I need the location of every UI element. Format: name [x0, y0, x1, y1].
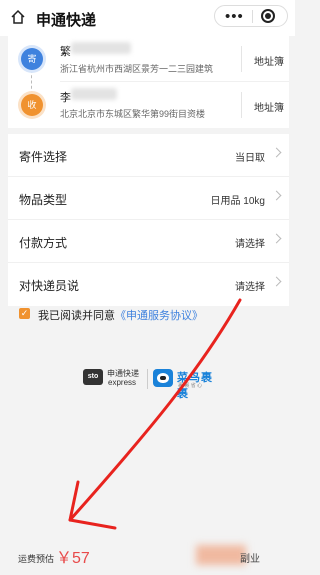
option-label: 付款方式	[19, 236, 68, 250]
option-payment[interactable]: 付款方式 请选择	[8, 220, 289, 263]
logo-divider	[147, 369, 148, 389]
option-value: 请选择	[235, 239, 265, 250]
submit-button-redacted[interactable]	[196, 545, 246, 565]
service-agreement-link[interactable]: 《申通服务协议》	[115, 310, 203, 322]
receiver-name-redaction	[71, 88, 117, 100]
sender-name-redaction	[71, 42, 131, 54]
option-pickup[interactable]: 寄件选择 当日取	[8, 134, 289, 177]
home-icon[interactable]	[10, 9, 26, 25]
agreement-row: ✓ 我已阅读并同意《申通服务协议》	[8, 300, 289, 328]
page-title: 申通快递	[36, 12, 97, 29]
receiver-address: 北京北京市东城区繁华第99街目资楼	[60, 109, 206, 119]
agreement-text: 我已阅读并同意《申通服务协议》	[38, 307, 203, 323]
option-item-type[interactable]: 物品类型 日用品 10kg	[8, 177, 289, 220]
receiver-address-book-link[interactable]: 地址簿	[254, 99, 284, 114]
option-label: 物品类型	[19, 193, 68, 207]
receiver-name: 李	[60, 92, 71, 104]
sender-address-book-link[interactable]: 地址簿	[254, 53, 284, 68]
footer-bar: 运费预估 ￥57 副业	[0, 535, 295, 575]
agree-checkbox[interactable]: ✓	[19, 308, 30, 319]
cainiao-logo-en: 裹 裹 省 心	[178, 383, 203, 389]
option-value: 请选择	[235, 282, 265, 293]
shipping-options-list: 寄件选择 当日取 物品类型 日用品 10kg 付款方式 请选择 对快递员说 请选…	[8, 134, 289, 306]
more-icon[interactable]: •••	[225, 8, 244, 25]
receiver-address-row[interactable]: 李 北京北京市东城区繁华第99街目资楼 地址簿	[8, 82, 289, 128]
fee-label: 运费预估	[18, 554, 55, 564]
option-value: 日用品 10kg	[210, 196, 265, 207]
option-value: 当日取	[235, 153, 265, 164]
chevron-right-icon	[271, 233, 282, 244]
sto-logo-en: express	[108, 378, 137, 387]
option-label: 对快递员说	[19, 279, 80, 293]
close-miniprogram-icon[interactable]	[261, 9, 275, 23]
miniprogram-capsule: •••	[214, 5, 288, 27]
address-card: 繁 浙江省杭州市西湖区景芳一二三园建筑 地址簿 李 北京北京市东城区繁华第99街…	[8, 36, 289, 128]
receiver-badge: 收	[21, 94, 43, 116]
option-label: 寄件选择	[19, 150, 68, 164]
cainiao-logo-icon	[153, 369, 173, 387]
header-bar: 申通快递 •••	[0, 0, 295, 36]
route-dashed-line	[31, 70, 32, 94]
sender-address-row[interactable]: 繁 浙江省杭州市西湖区景芳一二三园建筑 地址簿	[8, 36, 289, 82]
agreement-prefix: 我已阅读并同意	[38, 310, 115, 322]
chevron-right-icon	[271, 147, 282, 158]
addr-divider	[241, 92, 242, 118]
sender-address: 浙江省杭州市西湖区景芳一二三园建筑	[60, 64, 214, 74]
fee-value: ￥57	[56, 550, 90, 567]
chevron-right-icon	[271, 190, 282, 201]
sender-name: 繁	[60, 46, 71, 58]
addr-divider	[241, 46, 242, 72]
chevron-right-icon	[271, 276, 282, 287]
sto-logo-icon: sto	[83, 369, 103, 385]
sender-badge: 寄	[21, 48, 43, 70]
capsule-divider	[252, 10, 253, 23]
watermark-text: 副业	[240, 554, 260, 565]
partner-logos: sto 申通快递 express 菜鸟裹裹 裹 裹 省 心	[83, 368, 217, 400]
